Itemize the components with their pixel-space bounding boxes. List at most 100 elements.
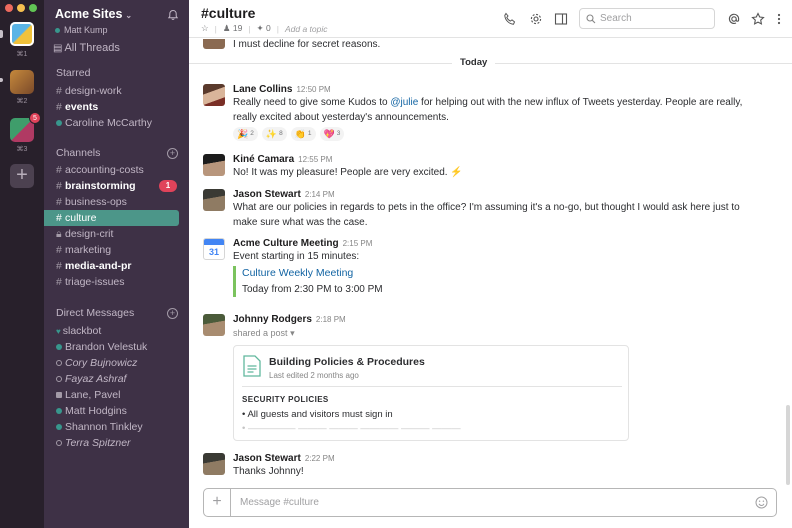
avatar[interactable] [203,39,225,49]
channel-meta: ☆ | ♟ 19 | ✦ 0 | Add a topic [201,23,328,34]
post-list-item: • All guests and visitors must sign in [242,409,393,420]
sidebar-item-lane-pavel[interactable]: Lane, Pavel [44,387,189,403]
attach-file-button[interactable]: + [204,489,231,516]
sidebar-toggle-icon[interactable] [554,12,568,26]
reaction-pill[interactable]: 💖 3 [319,127,345,141]
presence-active-icon [56,120,62,126]
sidebar-item-triage-issues[interactable]: # triage-issues [44,274,189,290]
message-timestamp[interactable]: 2:15 PM [343,239,373,248]
sidebar-item-slackbot[interactable]: ♥ slackbot [44,323,189,339]
event-title-link[interactable]: Culture Weekly Meeting [242,266,383,281]
sidebar-item-business-ops[interactable]: # business-ops [44,194,189,210]
sidebar-item-fayaz-ashraf[interactable]: Fayaz Ashraf [44,371,189,387]
reaction-pill[interactable]: ✨ 8 [261,127,287,141]
sidebar-item-design-work[interactable]: # design-work [44,83,189,99]
channel-title[interactable]: #culture [201,5,255,21]
user-mention-link[interactable]: @julie [390,97,418,108]
add-channel-button[interactable]: + [167,148,178,159]
window-controls [5,4,37,12]
message-input[interactable]: Message #culture [240,489,319,516]
sidebar-item-brandon-velestuk[interactable]: Brandon Velestuk [44,339,189,355]
message-text: No! It was my pleasure! People are very … [233,167,463,178]
sidebar-item-cory-bujnowicz[interactable]: Cory Bujnowicz [44,355,189,371]
sidebar-item-accounting-costs[interactable]: # accounting-costs [44,162,189,178]
star-icon[interactable]: ☆ [201,23,209,34]
calendar-icon[interactable]: 31 [203,238,225,260]
sidebar-item-brainstorming[interactable]: # brainstorming 1 [44,178,189,194]
mentions-icon[interactable] [727,12,741,26]
emoji-icon[interactable] [755,496,768,509]
direct-messages-heading[interactable]: Direct Messages [56,307,134,319]
message-author[interactable]: Acme Culture Meeting 2:15 PM [233,238,372,249]
avatar[interactable] [203,453,225,475]
all-threads-link[interactable]: ▤ All Threads [53,42,120,54]
zoom-window-button[interactable] [29,4,37,12]
message-scrollbar[interactable] [786,405,790,485]
presence-active-icon [56,344,62,350]
pin-icon: ✦ [256,23,264,33]
search-input[interactable]: Search [579,8,715,29]
sidebar-item-matt-hodgins[interactable]: Matt Hodgins [44,403,189,419]
message-author[interactable]: Jason Stewart 2:22 PM [233,453,335,464]
threads-icon: ▤ [53,43,63,54]
sidebar-item-marketing[interactable]: # marketing [44,242,189,258]
workspace-2[interactable] [10,70,34,94]
message-timestamp[interactable]: 2:22 PM [305,454,335,463]
sidebar-item-culture[interactable]: # culture [44,210,179,226]
pinned-count[interactable]: ✦ 0 [257,23,271,34]
channels-heading[interactable]: Channels [56,147,100,159]
presence-away-icon [56,440,62,446]
message-timestamp[interactable]: 2:18 PM [316,315,346,324]
calendar-day: 31 [208,247,219,257]
post-truncated-text: • ————— ——— ——— ———— ——— ——— [242,423,461,434]
workspace-3-shortcut: ⌘3 [16,146,28,153]
add-workspace-button[interactable]: + [10,164,34,188]
close-window-button[interactable] [5,4,13,12]
message-author[interactable]: Lane Collins 12:50 PM [233,84,331,95]
message-timestamp[interactable]: 12:55 PM [298,155,332,164]
post-title[interactable]: Building Policies & Procedures [269,356,425,368]
post-last-edited: Last edited 2 months ago [269,371,359,380]
message-text: Event starting in 15 minutes: [233,251,360,262]
more-options-icon[interactable] [772,12,786,26]
sidebar-item-shannon-tinkley[interactable]: Shannon Tinkley [44,419,189,435]
avatar[interactable] [203,189,225,211]
starred-items-icon[interactable] [751,12,765,26]
reaction-pill[interactable]: 👏 1 [290,127,316,141]
message-text: I must decline for secret reasons. [233,39,381,50]
reaction-pill[interactable]: 🎉 2 [233,127,258,141]
shared-post-card[interactable]: Building Policies & Procedures Last edit… [233,345,629,441]
bell-icon[interactable] [167,9,179,21]
sidebar-item-design-crit[interactable]: 🔒︎ design-crit [44,226,189,242]
add-topic-link[interactable]: Add a topic [285,24,328,34]
avatar[interactable] [203,154,225,176]
message-timestamp[interactable]: 12:50 PM [296,85,330,94]
event-time: Today from 2:30 PM to 3:00 PM [242,284,383,295]
sidebar-item-events[interactable]: # events [44,99,189,115]
avatar[interactable] [203,84,225,106]
sidebar-item-caroline-mccarthy[interactable]: Caroline McCarthy [44,115,189,131]
chevron-down-icon: ⌄ [125,11,133,20]
workspace-1[interactable] [10,22,34,46]
team-menu[interactable]: Acme Sites ⌄ [55,7,132,21]
main-pane: #culture ☆ | ♟ 19 | ✦ 0 | Add a topic Se… [189,0,792,528]
gear-icon[interactable] [529,12,543,26]
message-list: I must decline for secret reasons. Today… [189,39,792,488]
sidebar-item-terra-spitzner[interactable]: Terra Spitzner [44,435,189,451]
workspace-1-shortcut: ⌘1 [16,51,28,58]
message-author[interactable]: Johnny Rodgers 2:18 PM [233,314,346,325]
sidebar-item-media-and-pr[interactable]: # media-and-pr [44,258,189,274]
avatar[interactable] [203,314,225,336]
message-composer: + Message #culture [203,488,777,517]
message-author[interactable]: Jason Stewart 2:14 PM [233,189,335,200]
add-dm-button[interactable]: + [167,308,178,319]
divider [242,386,622,387]
shared-post-label[interactable]: shared a post ▾ [233,326,758,341]
day-divider-label: Today [452,57,496,68]
message-author[interactable]: Kiné Camara 12:55 PM [233,154,332,165]
message-timestamp[interactable]: 2:14 PM [305,190,335,199]
phone-icon[interactable] [503,12,517,26]
minimize-window-button[interactable] [17,4,25,12]
member-count[interactable]: ♟ 19 [223,23,242,34]
channel-header: #culture ☆ | ♟ 19 | ✦ 0 | Add a topic Se… [189,0,792,38]
